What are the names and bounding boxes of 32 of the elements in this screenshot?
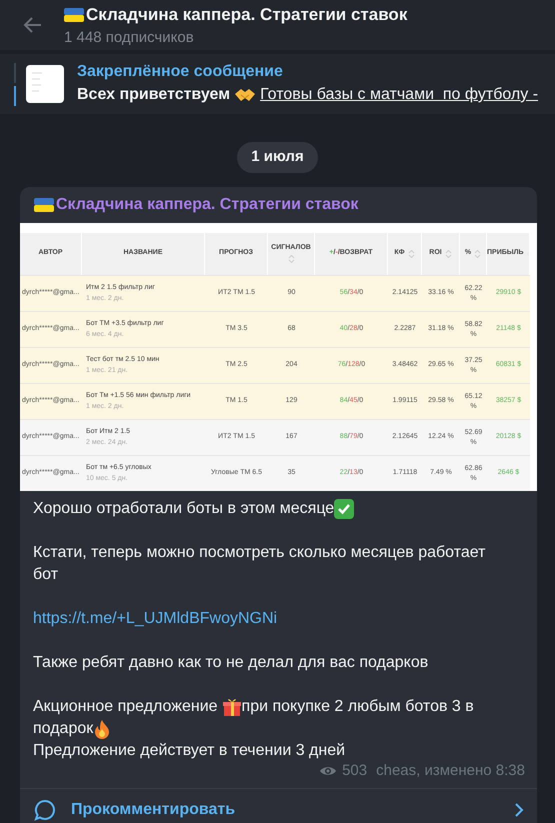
pinned-text: Всех приветствуем	[77, 85, 230, 105]
chevron-right-icon[interactable]	[514, 802, 524, 818]
eye-icon	[319, 764, 338, 777]
check-icon	[334, 498, 354, 518]
message-text: Хорошо отработали боты в этом месяце	[33, 498, 334, 518]
message-text: при покупке 2 любым ботов 3 в	[242, 696, 474, 716]
flag-icon	[64, 8, 84, 22]
date-pill: 1 июля	[237, 142, 318, 172]
sort-icon[interactable]	[474, 248, 482, 258]
message-text: Предложение действует в течении 3 дней	[33, 740, 346, 760]
sort-icon[interactable]	[444, 248, 452, 258]
channel-title: Складчина каппера. Стратегии ставок	[86, 4, 408, 26]
message-link[interactable]: https://t.me/+L_UJMldBFwoyNGNi	[33, 608, 278, 630]
comment-icon	[33, 798, 57, 822]
post-signature: cheas, изменено 8:38	[376, 760, 525, 780]
message-text: Акционное предложение	[33, 696, 218, 716]
flag-icon	[34, 198, 54, 212]
message-text: Кстати, теперь можно посмотреть сколько месяцев работает бот	[33, 542, 486, 584]
comment-button[interactable]: Прокомментировать	[71, 798, 514, 822]
thumbnail-icon	[26, 65, 64, 103]
message-text: подарок	[33, 718, 94, 738]
pinned-link[interactable]: Готовы базы с матчами по футболу -	[260, 83, 538, 107]
sort-icon[interactable]	[288, 254, 294, 264]
sort-icon[interactable]	[408, 248, 415, 258]
gift-icon	[222, 696, 242, 716]
view-count: 503	[342, 760, 368, 780]
message-author[interactable]: Складчина каппера. Стратегии ставок	[56, 192, 358, 216]
handshake-icon	[234, 87, 256, 103]
message-text: Также ребят давно как то не делал для вас подарков	[33, 652, 428, 672]
pinned-label: Закреплённое сообщение	[77, 62, 284, 82]
subscriber-count: 1 448 подписчиков	[64, 28, 195, 48]
fire-icon	[93, 718, 112, 738]
